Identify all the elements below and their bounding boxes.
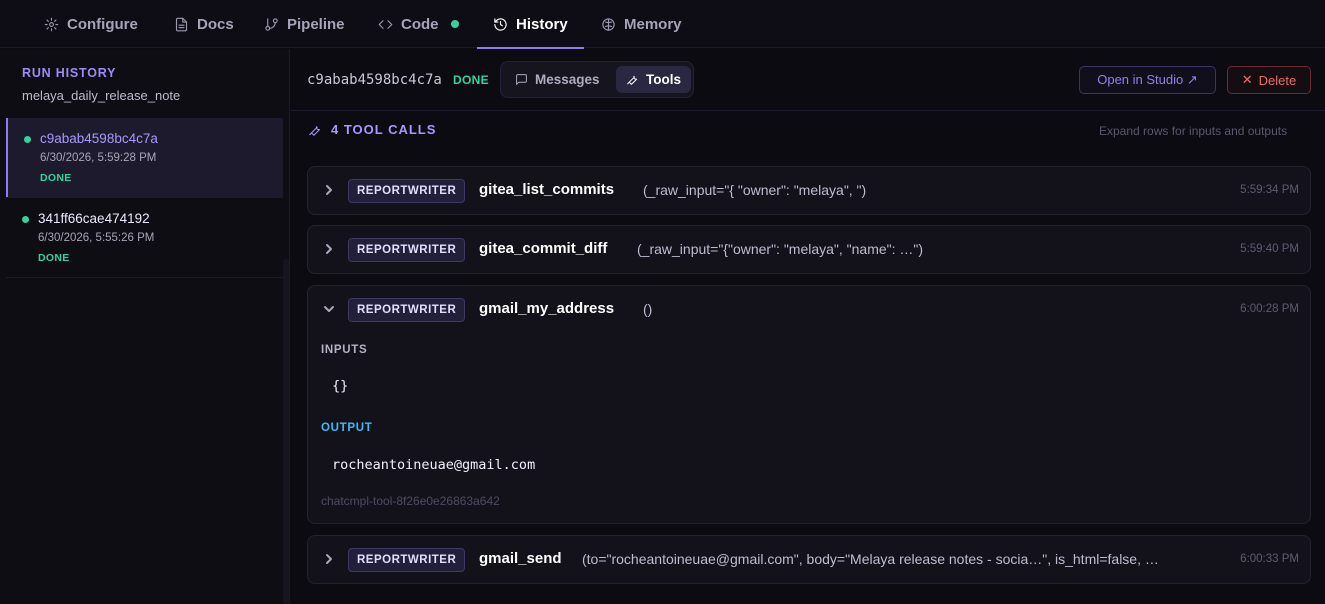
tool-call-row-expanded: REPORTWRITER gmail_my_address () 6:00:28… bbox=[307, 285, 1311, 524]
tool-name: gmail_my_address bbox=[479, 300, 615, 317]
tool-args: (_raw_input="{"owner": "melaya", "name":… bbox=[637, 241, 924, 257]
delete-label: Delete bbox=[1258, 72, 1297, 88]
sidebar-title: RUN HISTORY bbox=[22, 66, 117, 80]
tool-calls-count: 4 TOOL CALLS bbox=[331, 122, 437, 137]
chevron-down-icon bbox=[324, 306, 334, 312]
status-dot bbox=[22, 216, 29, 223]
tool-args: (_raw_input="{ "owner": "melaya", ") bbox=[643, 182, 867, 198]
active-tab-indicator bbox=[477, 47, 584, 49]
header-divider bbox=[291, 110, 1325, 111]
run-id: c9abab4598bc4c7a bbox=[40, 131, 158, 146]
tool-time: 6:00:28 PM bbox=[1240, 303, 1299, 315]
tab-pipeline[interactable]: Pipeline bbox=[264, 0, 345, 48]
tool-calls-hint: Expand rows for inputs and outputs bbox=[1099, 124, 1288, 138]
tab-history[interactable]: History bbox=[477, 0, 584, 49]
run-status: DONE bbox=[40, 172, 72, 184]
view-toggle: Messages Tools bbox=[500, 61, 694, 98]
tool-name: gmail_send bbox=[479, 550, 562, 567]
run-id: 341ff66cae474192 bbox=[38, 211, 150, 226]
tool-time: 6:00:33 PM bbox=[1240, 553, 1299, 565]
tool-call-toggle[interactable]: REPORTWRITER gmail_my_address () 6:00:28… bbox=[308, 286, 1310, 334]
tool-calls-header: 4 TOOL CALLS bbox=[308, 122, 436, 137]
sidebar-scrollbar[interactable] bbox=[283, 259, 289, 604]
open-in-studio-label: Open in Studio ↗ bbox=[1097, 72, 1198, 87]
tab-history-label: History bbox=[516, 15, 568, 33]
run-id-heading: c9abab4598bc4c7a bbox=[307, 72, 442, 88]
tool-call-toggle[interactable]: REPORTWRITER gitea_commit_diff (_raw_inp… bbox=[308, 226, 1310, 273]
run-item-selected[interactable]: c9abab4598bc4c7a 6/30/2026, 5:59:28 PM D… bbox=[6, 118, 283, 197]
close-icon: ✕ bbox=[1241, 72, 1253, 87]
message-icon bbox=[516, 74, 527, 85]
chevron-right-icon bbox=[326, 554, 332, 564]
run-status-badge: DONE bbox=[453, 73, 489, 87]
tool-call-row: REPORTWRITER gitea_list_commits (_raw_in… bbox=[307, 166, 1311, 215]
chevron-right-icon bbox=[326, 244, 332, 254]
tools-tab-button[interactable]: Tools bbox=[616, 66, 691, 93]
brain-icon bbox=[602, 17, 615, 31]
tab-pipeline-label: Pipeline bbox=[287, 15, 345, 33]
tab-code[interactable]: Code bbox=[378, 0, 459, 48]
open-in-studio-button[interactable]: Open in Studio ↗ bbox=[1079, 66, 1216, 94]
history-icon bbox=[494, 17, 507, 31]
run-item[interactable]: 341ff66cae474192 6/30/2026, 5:55:26 PM D… bbox=[6, 198, 283, 277]
agent-badge: REPORTWRITER bbox=[348, 179, 466, 203]
tab-configure[interactable]: Configure bbox=[44, 0, 138, 48]
tool-name: gitea_commit_diff bbox=[479, 240, 608, 257]
messages-tab-button[interactable]: Messages bbox=[505, 66, 610, 93]
branch-icon bbox=[265, 17, 278, 31]
tool-call-id: chatcmpl-tool-8f26e0e26863a642 bbox=[321, 494, 500, 508]
code-icon bbox=[378, 19, 393, 29]
tab-docs-label: Docs bbox=[197, 15, 234, 33]
tool-call-toggle[interactable]: REPORTWRITER gmail_send (to="rocheantoin… bbox=[308, 536, 1310, 583]
tool-args: () bbox=[643, 301, 653, 317]
divider bbox=[6, 277, 283, 278]
status-dot bbox=[24, 136, 31, 143]
tool-time: 5:59:40 PM bbox=[1240, 243, 1299, 255]
agent-badge: REPORTWRITER bbox=[348, 548, 466, 572]
top-nav: Configure Docs Pipeline Code History Mem… bbox=[0, 0, 1325, 49]
run-date: 6/30/2026, 5:59:28 PM bbox=[40, 152, 157, 164]
delete-button[interactable]: ✕ Delete bbox=[1227, 66, 1311, 94]
wrench-icon bbox=[309, 125, 321, 136]
tool-time: 5:59:34 PM bbox=[1240, 184, 1299, 196]
tool-call-row: REPORTWRITER gitea_commit_diff (_raw_inp… bbox=[307, 225, 1311, 274]
agent-badge: REPORTWRITER bbox=[348, 238, 466, 262]
tool-args: (to="rocheantoineuae@gmail.com", body="M… bbox=[582, 551, 1159, 567]
output-label: OUTPUT bbox=[321, 422, 373, 434]
tab-docs[interactable]: Docs bbox=[174, 0, 234, 48]
run-status: DONE bbox=[38, 252, 70, 264]
tab-memory-label: Memory bbox=[624, 15, 682, 33]
gear-icon bbox=[44, 17, 59, 31]
agent-badge: REPORTWRITER bbox=[348, 298, 466, 322]
code-status-dot bbox=[450, 20, 459, 28]
tool-name: gitea_list_commits bbox=[479, 181, 615, 198]
tab-code-label: Code bbox=[401, 15, 439, 33]
run-date: 6/30/2026, 5:55:26 PM bbox=[38, 232, 155, 244]
tab-memory[interactable]: Memory bbox=[601, 0, 682, 48]
wrench-icon bbox=[627, 75, 638, 85]
inputs-value: {} bbox=[332, 378, 349, 394]
output-value: rocheantoineuae@gmail.com bbox=[332, 457, 536, 473]
messages-label: Messages bbox=[535, 72, 600, 87]
inputs-label: INPUTS bbox=[321, 344, 368, 356]
sidebar-subtitle: melaya_daily_release_note bbox=[22, 88, 181, 103]
document-icon bbox=[175, 17, 188, 31]
run-history-sidebar: RUN HISTORY melaya_daily_release_note c9… bbox=[0, 49, 290, 604]
tool-call-row: REPORTWRITER gmail_send (to="rocheantoin… bbox=[307, 535, 1311, 584]
chevron-right-icon bbox=[326, 185, 332, 195]
tools-label: Tools bbox=[646, 72, 681, 87]
tool-call-toggle[interactable]: REPORTWRITER gitea_list_commits (_raw_in… bbox=[308, 167, 1310, 214]
tab-configure-label: Configure bbox=[67, 15, 138, 33]
